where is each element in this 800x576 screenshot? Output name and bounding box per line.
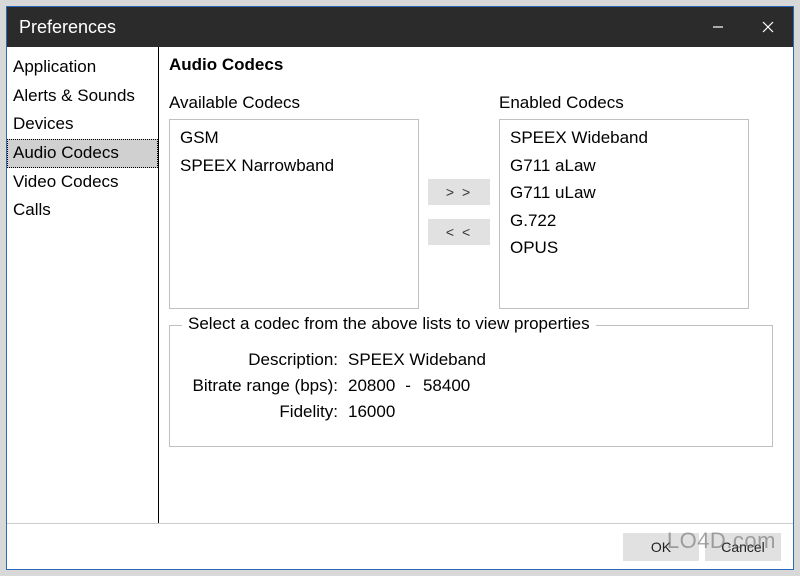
minimize-button[interactable]: [693, 7, 743, 47]
list-item[interactable]: SPEEX Wideband: [500, 124, 748, 152]
main-panel: Audio Codecs Available Codecs GSM SPEEX …: [159, 47, 793, 523]
bitrate-row: Bitrate range (bps): 20800 - 58400: [184, 376, 758, 396]
codec-lists-row: Available Codecs GSM SPEEX Narrowband > …: [169, 93, 773, 309]
close-button[interactable]: [743, 7, 793, 47]
page-title: Audio Codecs: [169, 55, 773, 75]
sidebar-item-alerts-sounds[interactable]: Alerts & Sounds: [7, 82, 158, 111]
sidebar: Application Alerts & Sounds Devices Audi…: [7, 47, 159, 523]
sidebar-item-devices[interactable]: Devices: [7, 110, 158, 139]
enabled-column: Enabled Codecs SPEEX Wideband G711 aLaw …: [499, 93, 749, 309]
available-codecs-label: Available Codecs: [169, 93, 419, 113]
list-item[interactable]: G.722: [500, 207, 748, 235]
close-icon: [762, 21, 774, 33]
list-item[interactable]: GSM: [170, 124, 418, 152]
titlebar: Preferences: [7, 7, 793, 47]
ok-button[interactable]: OK: [623, 533, 699, 561]
bitrate-separator: -: [395, 376, 421, 396]
fidelity-value: 16000: [346, 402, 395, 422]
sidebar-item-application[interactable]: Application: [7, 53, 158, 82]
window-title: Preferences: [19, 17, 693, 38]
available-column: Available Codecs GSM SPEEX Narrowband: [169, 93, 419, 309]
fidelity-row: Fidelity: 16000: [184, 402, 758, 422]
list-item[interactable]: SPEEX Narrowband: [170, 152, 418, 180]
sidebar-item-calls[interactable]: Calls: [7, 196, 158, 225]
list-item[interactable]: OPUS: [500, 234, 748, 262]
description-row: Description: SPEEX Wideband: [184, 350, 758, 370]
shuttle-controls: > > < <: [419, 115, 499, 309]
description-label: Description:: [184, 350, 346, 370]
sidebar-item-audio-codecs[interactable]: Audio Codecs: [7, 139, 158, 168]
sidebar-item-video-codecs[interactable]: Video Codecs: [7, 168, 158, 197]
window-controls: [693, 7, 793, 47]
bitrate-low: 20800: [346, 376, 395, 396]
bitrate-high: 58400: [421, 376, 470, 396]
enabled-codecs-label: Enabled Codecs: [499, 93, 749, 113]
minimize-icon: [712, 21, 724, 33]
list-item[interactable]: G711 uLaw: [500, 179, 748, 207]
list-item[interactable]: G711 aLaw: [500, 152, 748, 180]
cancel-button[interactable]: Cancel: [705, 533, 781, 561]
preferences-window: Preferences Application Alerts & Sounds …: [6, 6, 794, 570]
content-split: Application Alerts & Sounds Devices Audi…: [7, 47, 793, 523]
dialog-button-bar: OK Cancel: [7, 523, 793, 569]
move-right-button[interactable]: > >: [428, 179, 490, 205]
move-left-button[interactable]: < <: [428, 219, 490, 245]
codec-properties-group: Select a codec from the above lists to v…: [169, 325, 773, 447]
bitrate-label: Bitrate range (bps):: [184, 376, 346, 396]
client-area: Application Alerts & Sounds Devices Audi…: [7, 47, 793, 569]
properties-legend: Select a codec from the above lists to v…: [182, 314, 596, 334]
description-value: SPEEX Wideband: [346, 350, 486, 370]
available-codecs-list[interactable]: GSM SPEEX Narrowband: [169, 119, 419, 309]
fidelity-label: Fidelity:: [184, 402, 346, 422]
enabled-codecs-list[interactable]: SPEEX Wideband G711 aLaw G711 uLaw G.722…: [499, 119, 749, 309]
